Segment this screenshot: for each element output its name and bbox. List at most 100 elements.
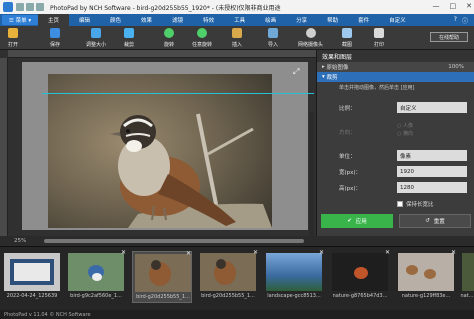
orientation-landscape-radio[interactable]: ○ 横向	[397, 130, 413, 138]
tab-paint[interactable]: 绘画	[255, 14, 286, 26]
close-icon[interactable]: ✕	[319, 249, 324, 256]
reset-label: 重置	[433, 219, 445, 225]
insert-button[interactable]: 插入	[232, 28, 242, 48]
status-text: PhotoPad v 11.04 © NCH Software	[4, 311, 91, 318]
import-button[interactable]: 导入	[268, 28, 278, 48]
rotate-button[interactable]: 旋转	[164, 28, 174, 48]
filmstrip: 2022-04-24_125639 bird-g9c2af560e_1... ✕…	[0, 246, 474, 310]
crop-button-label: 裁剪	[124, 42, 135, 48]
keep-ratio-checkbox[interactable]: 保持长宽比	[397, 200, 434, 208]
main-menu-button[interactable]: ☰ 菜单 ▾	[2, 15, 38, 25]
width-input[interactable]: 1920	[397, 166, 467, 177]
keep-ratio-label: 保持长宽比	[406, 202, 434, 208]
left-ruler	[0, 58, 8, 236]
rotate-button-label: 旋转	[164, 42, 175, 48]
tab-share[interactable]: 分享	[286, 14, 317, 26]
print-button[interactable]: 打印	[374, 28, 384, 48]
thumbnail-caption: nature-g129ff83e...	[401, 293, 451, 299]
close-icon[interactable]: ✕	[186, 250, 191, 257]
reset-icon: ↺	[425, 218, 430, 224]
height-row: 高(px)： 1280	[317, 182, 474, 194]
import-icon	[268, 28, 278, 38]
quick-access-icon[interactable]	[26, 3, 34, 11]
open-button[interactable]: 打开	[8, 28, 18, 48]
print-icon	[374, 28, 384, 38]
info-icon[interactable]: ⓘ	[462, 16, 468, 25]
thumbnail-item[interactable]: bird-g20d255b55_1... ✕	[198, 249, 258, 303]
tab-special-effects[interactable]: 特效	[193, 14, 224, 26]
window-title: PhotoPad by NCH Software - bird-g20d255b…	[50, 4, 281, 12]
minimize-icon[interactable]: —	[433, 2, 440, 10]
question-icon[interactable]: ?	[454, 16, 457, 25]
rotate-icon	[164, 28, 174, 38]
close-icon[interactable]: ✕	[466, 2, 472, 10]
thumbnail-item[interactable]: landscape-gcc8513... ✕	[264, 249, 324, 303]
app-icon	[3, 2, 13, 12]
save-button[interactable]: 保存	[50, 28, 60, 48]
webcam-button-label: 网络摄像头	[298, 42, 324, 48]
scrollbar-thumb[interactable]	[44, 239, 304, 243]
crop-guide-line[interactable]	[42, 93, 314, 94]
horizontal-scrollbar[interactable]: 25%	[0, 236, 316, 246]
effects-layers-panel: 效果和图层 ▸ 原始图像 100% ▾ 裁剪 单击并拖动图像，然后单击 [应用]…	[316, 50, 474, 236]
close-icon[interactable]: ✕	[253, 249, 258, 256]
thumbnail-caption: bird-g20d255b55_1...	[136, 294, 190, 300]
crop-button[interactable]: 裁剪	[124, 28, 134, 48]
orientation-landscape-label: 横向	[402, 131, 413, 137]
thumbnail-caption: 2022-04-24_125639	[6, 293, 58, 299]
thumbnail-caption: nat...	[460, 293, 474, 299]
thumbnail-caption: bird-g20d255b55_1...	[201, 293, 255, 299]
bird-photo[interactable]	[48, 74, 272, 228]
tab-effects[interactable]: 效果	[131, 14, 162, 26]
unit-select[interactable]: 像素	[397, 150, 467, 161]
insert-button-label: 插入	[232, 42, 243, 48]
expand-icon[interactable]: ⤢	[293, 68, 301, 76]
quick-access-icon[interactable]	[16, 3, 24, 11]
reset-button[interactable]: ↺ 重置	[399, 214, 471, 228]
thumbnail-item[interactable]: 2022-04-24_125639	[2, 251, 62, 303]
import-button-label: 导入	[268, 42, 279, 48]
free-rotate-button[interactable]: 任意旋转	[192, 28, 212, 48]
checkbox-box[interactable]	[397, 201, 403, 207]
apply-label: 应用	[355, 219, 367, 225]
orientation-portrait-label: 人像	[402, 123, 413, 129]
zoom-level[interactable]: 25%	[14, 238, 26, 244]
quick-access-icon[interactable]	[36, 3, 44, 11]
thumbnail-image	[68, 253, 124, 291]
screenshot-button[interactable]: 截图	[342, 28, 352, 48]
checkmark-icon: ✔	[347, 218, 352, 224]
open-button-label: 打开	[8, 42, 19, 48]
tab-tools[interactable]: 工具	[224, 14, 255, 26]
tab-filters[interactable]: 滤镜	[162, 14, 193, 26]
webcam-button[interactable]: 网络摄像头	[298, 28, 323, 48]
tab-customize[interactable]: 自定义	[379, 14, 416, 26]
screenshot-button-label: 截图	[342, 42, 353, 48]
tab-edit[interactable]: 编辑	[69, 14, 100, 26]
height-input[interactable]: 1280	[397, 182, 467, 193]
section-crop[interactable]: ▾ 裁剪	[317, 72, 474, 82]
close-icon[interactable]: ✕	[451, 249, 456, 256]
close-icon[interactable]: ✕	[121, 249, 126, 256]
thumbnail-item[interactable]: nature-g129ff83e... ✕	[396, 249, 456, 303]
orientation-radio-group: ○ 人像 ○ 横向	[397, 122, 413, 138]
maximize-icon[interactable]: □	[450, 2, 457, 10]
orientation-label: 方向：	[339, 130, 356, 136]
thumbnail-item[interactable]: nat...	[460, 251, 474, 303]
top-ruler	[8, 50, 316, 58]
thumbnail-item[interactable]: nature-g8765b47d3... ✕	[330, 249, 390, 303]
menu-bar: ☰ 菜单 ▾ 主页 编辑 颜色 效果 滤镜 特效 工具 绘画 分享 帮助 套件 …	[0, 14, 474, 26]
online-help-button[interactable]: 在线帮助	[430, 32, 468, 42]
tab-home[interactable]: 主页	[38, 14, 70, 26]
apply-button[interactable]: ✔ 应用	[321, 214, 393, 228]
close-icon[interactable]: ✕	[385, 249, 390, 256]
thumbnail-item-selected[interactable]: bird-g20d255b55_1... ✕	[132, 250, 192, 303]
resize-button[interactable]: 调整大小	[86, 28, 106, 48]
tab-help[interactable]: 帮助	[317, 14, 348, 26]
ratio-select[interactable]: 自定义	[397, 102, 467, 113]
thumbnail-item[interactable]: bird-g9c2af560e_1... ✕	[66, 249, 126, 303]
section-original-image[interactable]: ▸ 原始图像 100%	[317, 62, 474, 72]
tab-suite[interactable]: 套件	[348, 14, 379, 26]
orientation-portrait-radio[interactable]: ○ 人像	[397, 122, 413, 130]
tab-color[interactable]: 颜色	[100, 14, 131, 26]
title-bar: PhotoPad by NCH Software - bird-g20d255b…	[0, 0, 474, 14]
